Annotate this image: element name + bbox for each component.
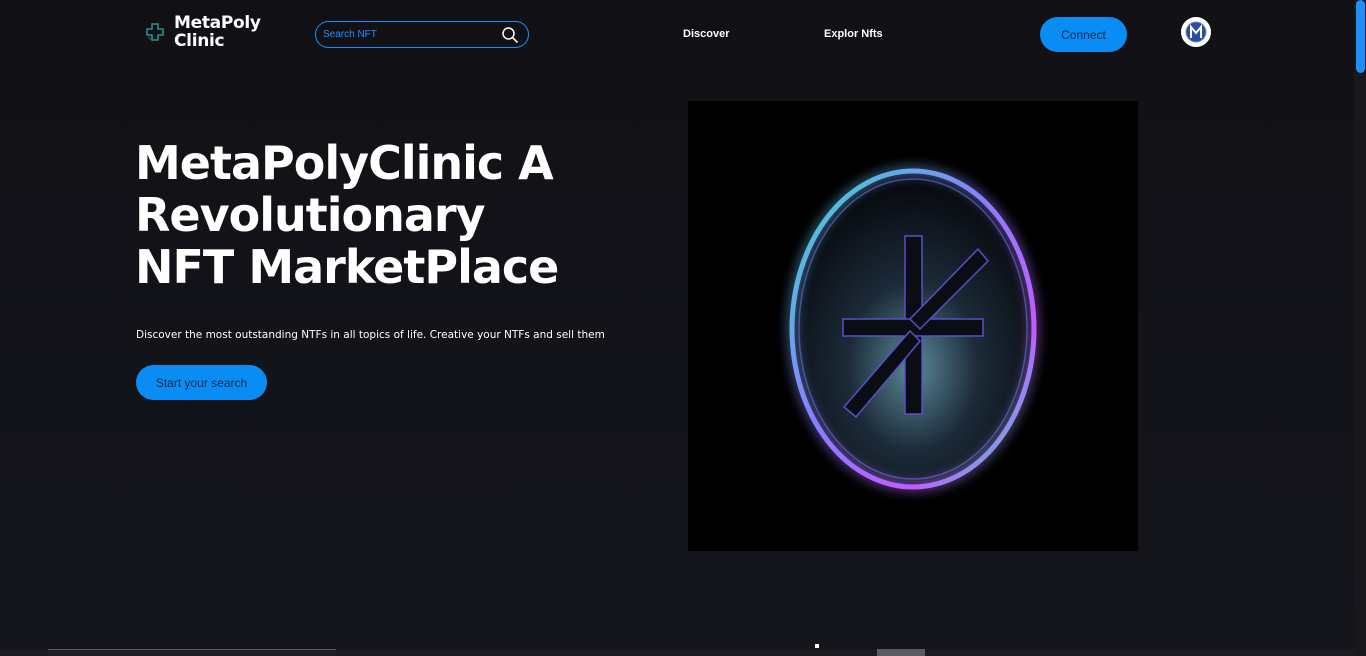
nav-explore-nfts-link[interactable]: Explor Nfts (824, 28, 883, 40)
logo-line-1: MetaPoly (174, 13, 261, 33)
start-search-button[interactable]: Start your search (136, 365, 267, 400)
connect-button[interactable]: Connect (1040, 17, 1127, 52)
page-background (0, 0, 1366, 656)
scrollbar-thumb[interactable] (1356, 0, 1365, 73)
site-header: MetaPoly Clinic Discover Explor Nfts Con… (0, 0, 1354, 70)
nav-discover-link[interactable]: Discover (683, 28, 729, 40)
bottom-marker (815, 644, 819, 648)
logo-text: MetaPoly Clinic (174, 14, 261, 50)
hero-title-line-3: NFT MarketPlace (135, 240, 559, 294)
search-input[interactable] (323, 29, 493, 40)
hero-subtitle: Discover the most outstanding NTFs in al… (136, 329, 605, 341)
search-bar (315, 21, 529, 48)
site-logo[interactable]: MetaPoly Clinic (144, 14, 261, 50)
bottom-strip-segment (877, 649, 925, 656)
logo-line-2: Clinic (174, 31, 225, 51)
profile-avatar-icon[interactable] (1181, 17, 1211, 47)
vertical-scrollbar[interactable] (1354, 0, 1366, 656)
glowing-coin-logo-icon (789, 168, 1037, 490)
bottom-strip-segment (48, 649, 336, 656)
hero-title: MetaPolyClinic A Revolutionary NFT Marke… (135, 137, 635, 293)
hero-image (688, 101, 1138, 551)
hero-title-line-2: Revolutionary (135, 188, 486, 242)
bottom-strip (0, 644, 1354, 656)
search-icon[interactable] (501, 26, 519, 48)
hero-title-line-1: MetaPolyClinic A (135, 136, 554, 190)
medical-cross-icon (144, 21, 166, 43)
